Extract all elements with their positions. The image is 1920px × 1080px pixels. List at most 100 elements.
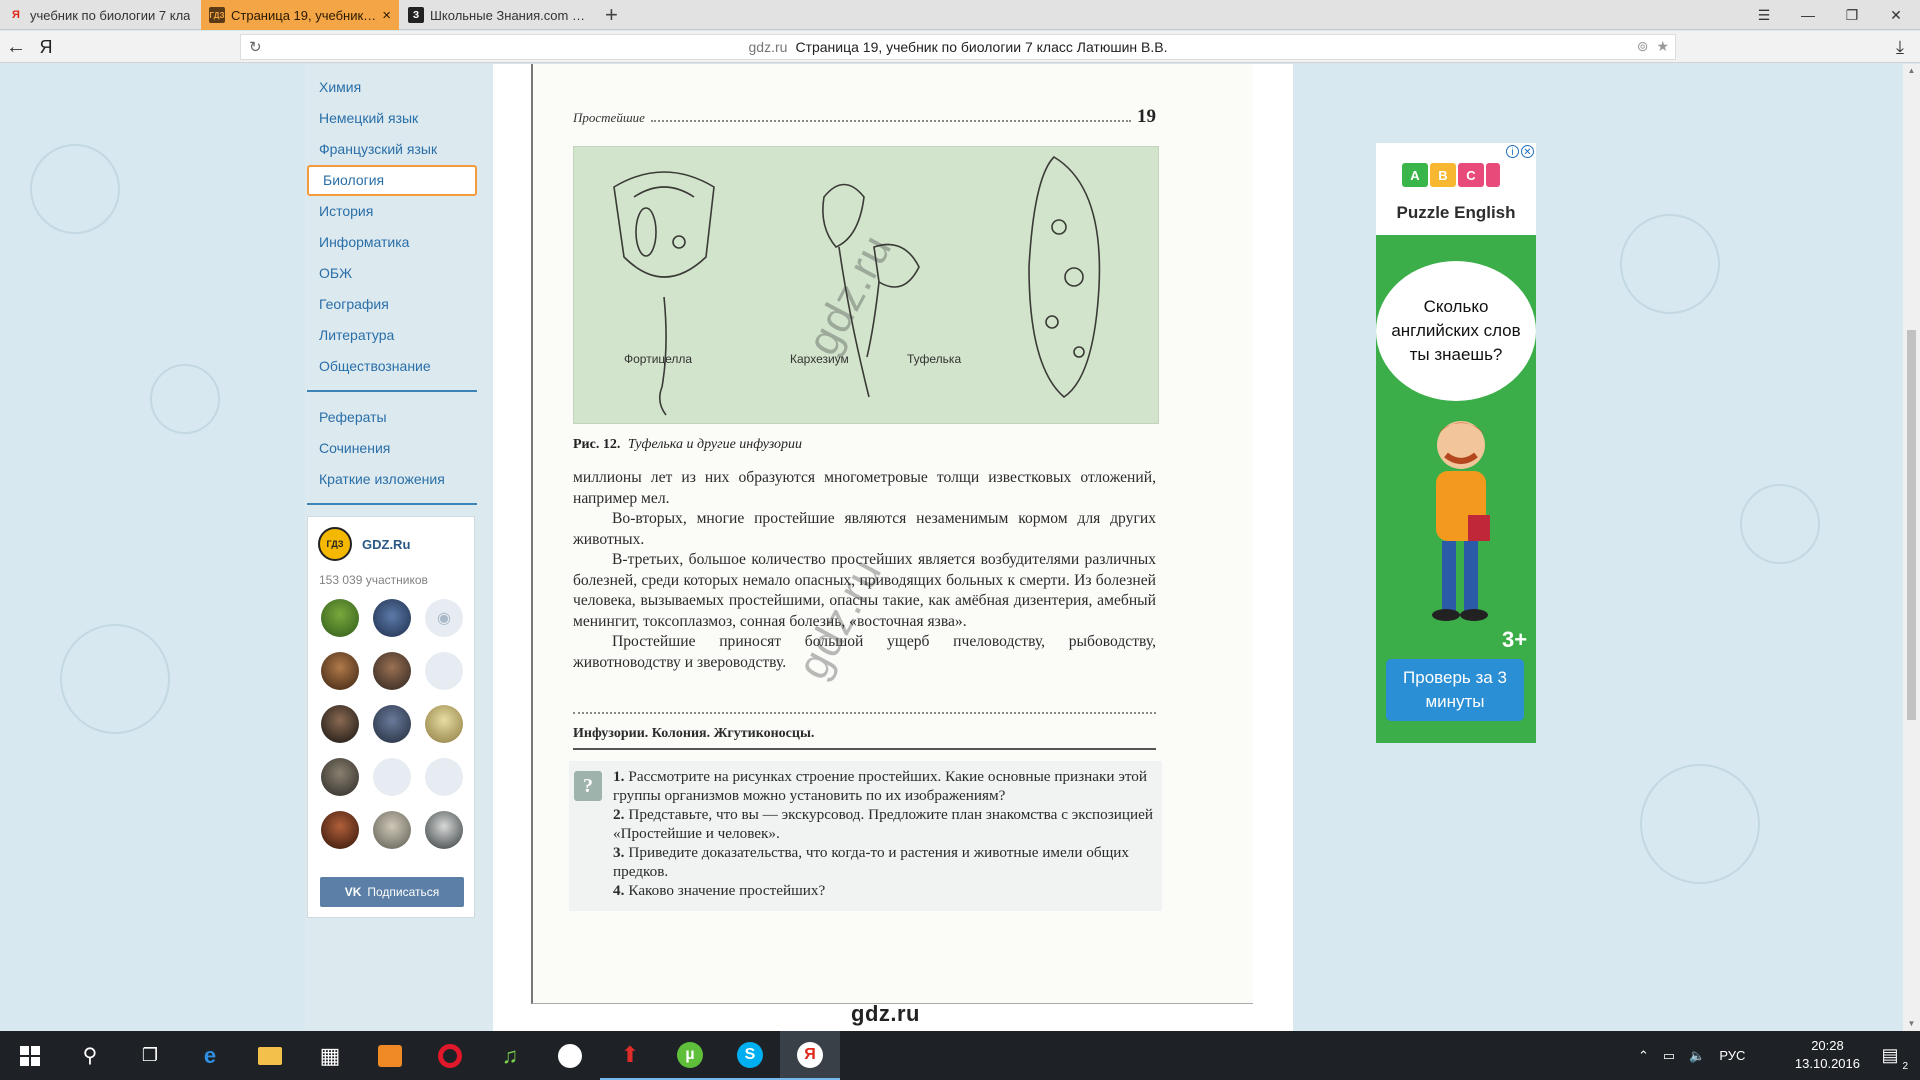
avatar[interactable] <box>321 758 359 796</box>
ad-close-icon[interactable]: ✕ <box>1521 145 1534 158</box>
skype-icon[interactable]: S <box>720 1031 780 1080</box>
page-scrollbar[interactable]: ▲ ▼ <box>1903 64 1920 1031</box>
avatar[interactable] <box>373 705 411 743</box>
tray-expand-icon[interactable]: ⌃ <box>1638 1048 1649 1064</box>
default-avatar-icon[interactable] <box>425 758 463 796</box>
back-arrow-icon[interactable]: ← <box>2 31 30 63</box>
caption-text: Туфелька и другие инфузории <box>627 437 803 452</box>
sidebar-item-summaries[interactable]: Краткие изложения <box>305 464 493 495</box>
sidebar-item-obzh[interactable]: ОБЖ <box>305 258 493 289</box>
gdz-group-avatar[interactable]: ГДЗ <box>318 527 352 561</box>
avatar[interactable] <box>373 599 411 637</box>
question-item: 4. Каково значение простейших? <box>613 882 826 899</box>
yandex-icon: Я <box>12 9 20 21</box>
edge-browser-icon[interactable]: e <box>180 1031 240 1080</box>
network-icon[interactable]: ▭ <box>1663 1048 1675 1064</box>
scroll-thumb[interactable] <box>1907 330 1916 720</box>
running-head-title: Простейшие <box>573 110 645 125</box>
ad-brand-name: Puzzle English <box>1396 203 1516 222</box>
avatar[interactable] <box>425 811 463 849</box>
menu-icon[interactable]: ☰ <box>1742 0 1786 30</box>
close-tab-icon[interactable]: × <box>376 7 391 24</box>
utorrent-icon[interactable]: µ <box>660 1031 720 1080</box>
game-app-icon[interactable] <box>540 1031 600 1080</box>
store-icon[interactable]: ▦ <box>300 1031 360 1080</box>
ad-speech-bubble: Сколько английских слов ты знаешь? <box>1376 261 1536 401</box>
avatar[interactable] <box>321 652 359 690</box>
tab-gdz-page[interactable]: ГДЗ Страница 19, учебник по × <box>201 0 399 30</box>
task-view-icon[interactable]: ❐ <box>120 1031 180 1080</box>
sidebar-item-german[interactable]: Немецкий язык <box>305 103 493 134</box>
taskbar-clock[interactable]: 20:28 13.10.2016 <box>1795 1037 1860 1073</box>
avatar[interactable] <box>373 652 411 690</box>
sidebar-item-compositions[interactable]: Сочинения <box>305 433 493 464</box>
opera-icon[interactable] <box>420 1031 480 1080</box>
notifications-icon[interactable]: ▤ 2 <box>1860 1031 1920 1080</box>
camera-icon[interactable]: ◉ <box>425 599 463 637</box>
close-window-icon[interactable]: ✕ <box>1874 0 1918 30</box>
avatar[interactable] <box>321 811 359 849</box>
download-manager-icon[interactable]: ⬆ <box>600 1031 660 1080</box>
volume-icon[interactable]: 🔈 <box>1689 1048 1705 1064</box>
start-button[interactable] <box>0 1031 60 1080</box>
new-tab-button[interactable]: + <box>605 2 618 28</box>
avatar[interactable] <box>373 811 411 849</box>
url-field[interactable]: ↻ gdz.ru Страница 19, учебник по биологи… <box>240 34 1676 60</box>
dotted-separator <box>573 712 1156 714</box>
tab-label: учебник по биологии 7 кла <box>30 7 191 23</box>
question-item: 2. Представьте, что вы — экскурсовод. Пре… <box>613 806 1153 842</box>
puzzle-piece-icon: B <box>1430 163 1456 187</box>
reload-icon[interactable]: ↻ <box>249 38 262 56</box>
sidebar-item-social-studies[interactable]: Обществознание <box>305 351 493 382</box>
scroll-down-icon[interactable]: ▼ <box>1903 1017 1920 1031</box>
vk-subscribe-button[interactable]: VK Подписаться <box>320 877 464 907</box>
scroll-up-icon[interactable]: ▲ <box>1903 64 1920 78</box>
background-doodle <box>150 364 220 434</box>
language-indicator[interactable]: РУС <box>1719 1048 1745 1063</box>
gdz-footer-logo[interactable]: gdz.ru <box>851 1001 920 1027</box>
sidebar-item-chemistry[interactable]: Химия <box>305 72 493 103</box>
avatar[interactable] <box>321 599 359 637</box>
system-tray: ⌃ ▭ 🔈 РУС <box>1638 1031 1745 1080</box>
minimize-icon[interactable]: — <box>1786 0 1830 30</box>
sidebar-item-literature[interactable]: Литература <box>305 320 493 351</box>
ad-cta-button[interactable]: Проверь за 3 минуты <box>1386 659 1524 721</box>
windows-logo-icon <box>20 1045 40 1066</box>
sidebar-item-french[interactable]: Французский язык <box>305 134 493 165</box>
restore-icon[interactable]: ❐ <box>1830 0 1874 30</box>
bookmark-star-icon[interactable]: ★ <box>1656 38 1669 55</box>
tab-znanija[interactable]: З Школьные Знания.com - Ре <box>400 0 596 30</box>
music-app-icon[interactable]: ♫ <box>480 1031 540 1080</box>
vorticella-drawing <box>613 171 715 416</box>
tab-yandex-search[interactable]: Я учебник по биологии 7 кла <box>0 0 200 30</box>
sidebar-item-history[interactable]: История <box>305 196 493 227</box>
sidebar-item-essays[interactable]: Рефераты <box>305 402 493 433</box>
download-icon[interactable]: ⤓ <box>1886 31 1914 63</box>
sidebar-item-geography[interactable]: География <box>305 289 493 320</box>
search-icon[interactable]: ⚲ <box>60 1031 120 1080</box>
tab-label: Страница 19, учебник по <box>231 7 377 23</box>
paramecium-drawing <box>1028 155 1101 399</box>
page-number: 19 <box>1137 106 1156 127</box>
puzzle-piece-icon <box>1486 163 1500 187</box>
extras-list: Рефераты Сочинения Краткие изложения <box>305 402 493 495</box>
questions-list: 1. Рассмотрите на рисунках строение прост… <box>613 767 1158 900</box>
default-avatar-icon[interactable] <box>425 652 463 690</box>
paragraph: миллионы лет из них образуются многометр… <box>573 469 1156 507</box>
ad-banner[interactable]: A B C Puzzle English i ✕ Сколько английс… <box>1376 143 1536 743</box>
file-explorer-icon[interactable] <box>240 1031 300 1080</box>
default-avatar-icon[interactable] <box>373 758 411 796</box>
sidebar-item-biology[interactable]: Биология <box>307 165 477 196</box>
protect-icon[interactable]: ⊚ <box>1637 38 1649 55</box>
yandex-browser-icon[interactable]: Я <box>780 1031 840 1080</box>
vk-group-name[interactable]: GDZ.Ru <box>362 537 410 552</box>
running-head: Простейшие 19 <box>573 106 1156 128</box>
media-player-icon[interactable] <box>360 1031 420 1080</box>
yandex-logo[interactable]: Я <box>34 31 58 63</box>
figure-label-paramecium: Туфелька <box>907 352 962 366</box>
avatar[interactable] <box>425 705 463 743</box>
avatar[interactable] <box>321 705 359 743</box>
sidebar-divider <box>307 503 477 505</box>
sidebar-item-informatics[interactable]: Информатика <box>305 227 493 258</box>
ad-info-icon[interactable]: i <box>1506 145 1519 158</box>
